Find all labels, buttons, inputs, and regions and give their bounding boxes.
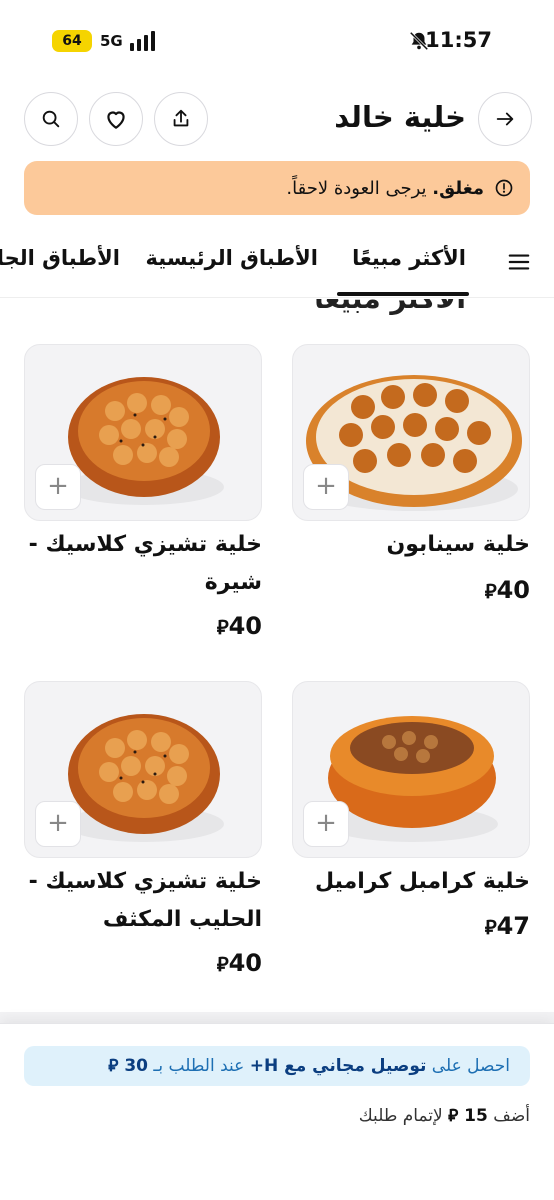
product-name: خلية تشيزي كلاسيك - الحليب المكثف: [28, 869, 262, 932]
info-icon: [495, 179, 513, 197]
heart-icon: [107, 111, 125, 129]
riyal-icon: ⃁: [484, 579, 497, 603]
menu-icon[interactable]: [508, 250, 530, 274]
add-to-cart-button[interactable]: +: [303, 801, 349, 847]
promo-amount: 30 ⃁: [108, 1056, 148, 1076]
page-title: خلية خالد: [334, 100, 466, 134]
closed-banner: مغلق. يرجى العودة لاحقاً.: [24, 161, 530, 215]
clock: 11:57: [425, 28, 492, 52]
product-image-cheesy-sheera[interactable]: +: [24, 344, 262, 521]
tab-side-dishes[interactable]: الأطباق الجا: [0, 246, 120, 270]
battery-indicator: 64: [52, 30, 92, 52]
product-name: خلية كرامبل كراميل: [315, 869, 530, 894]
add-to-cart-button[interactable]: +: [35, 801, 81, 847]
category-tabs: الأكثر مبيعًا الأطباق الرئيسية الأطباق ا…: [0, 228, 554, 298]
free-delivery-promo[interactable]: احصل على توصيل مجاني مع H+ عند الطلب بـ …: [24, 1046, 530, 1086]
back-button[interactable]: [478, 92, 532, 146]
product-price: 40⃁: [484, 576, 530, 604]
riyal-icon: ⃁: [216, 615, 229, 639]
product-price: 40⃁: [216, 612, 262, 640]
promo-highlight: توصيل مجاني مع H+: [249, 1056, 427, 1076]
min-order-message: أضف 15 ⃁ لإتمام طلبك: [358, 1106, 530, 1126]
add-to-cart-button[interactable]: +: [303, 464, 349, 510]
closed-message: يرجى العودة لاحقاً.: [286, 177, 427, 199]
riyal-icon: ⃁: [108, 1056, 119, 1076]
store-header: خلية خالد: [0, 90, 554, 146]
tab-best-sellers[interactable]: الأكثر مبيعًا: [352, 246, 466, 270]
product-price: 47⃁: [484, 912, 530, 940]
product-price: 40⃁: [216, 949, 262, 977]
share-icon: [173, 109, 189, 127]
arrow-right-icon: [496, 112, 514, 126]
product-image-cinnabon[interactable]: +: [292, 344, 530, 521]
signal-icon: [130, 31, 155, 51]
search-button[interactable]: [24, 92, 78, 146]
active-tab-indicator: [337, 292, 469, 296]
favorite-button[interactable]: [89, 92, 143, 146]
share-button[interactable]: [154, 92, 208, 146]
closed-status: مغلق.: [432, 177, 484, 199]
cart-bottom-sheet: احصل على توصيل مجاني مع H+ عند الطلب بـ …: [0, 1023, 554, 1200]
riyal-icon: ⃁: [216, 952, 229, 976]
tab-main-dishes[interactable]: الأطباق الرئيسية: [146, 246, 318, 270]
network-type: 5G: [100, 32, 123, 50]
status-bar: 64 5G 11:57: [0, 0, 554, 80]
search-icon: [42, 110, 60, 128]
product-name: خلية سينابون: [386, 532, 530, 557]
product-name: خلية تشيزي كلاسيك - شيرة: [28, 532, 262, 595]
product-image-crumble-caramel[interactable]: +: [292, 681, 530, 858]
product-image-cheesy-condensed-milk[interactable]: +: [24, 681, 262, 858]
riyal-icon: ⃁: [448, 1106, 459, 1126]
riyal-icon: ⃁: [484, 915, 497, 939]
add-to-cart-button[interactable]: +: [35, 464, 81, 510]
